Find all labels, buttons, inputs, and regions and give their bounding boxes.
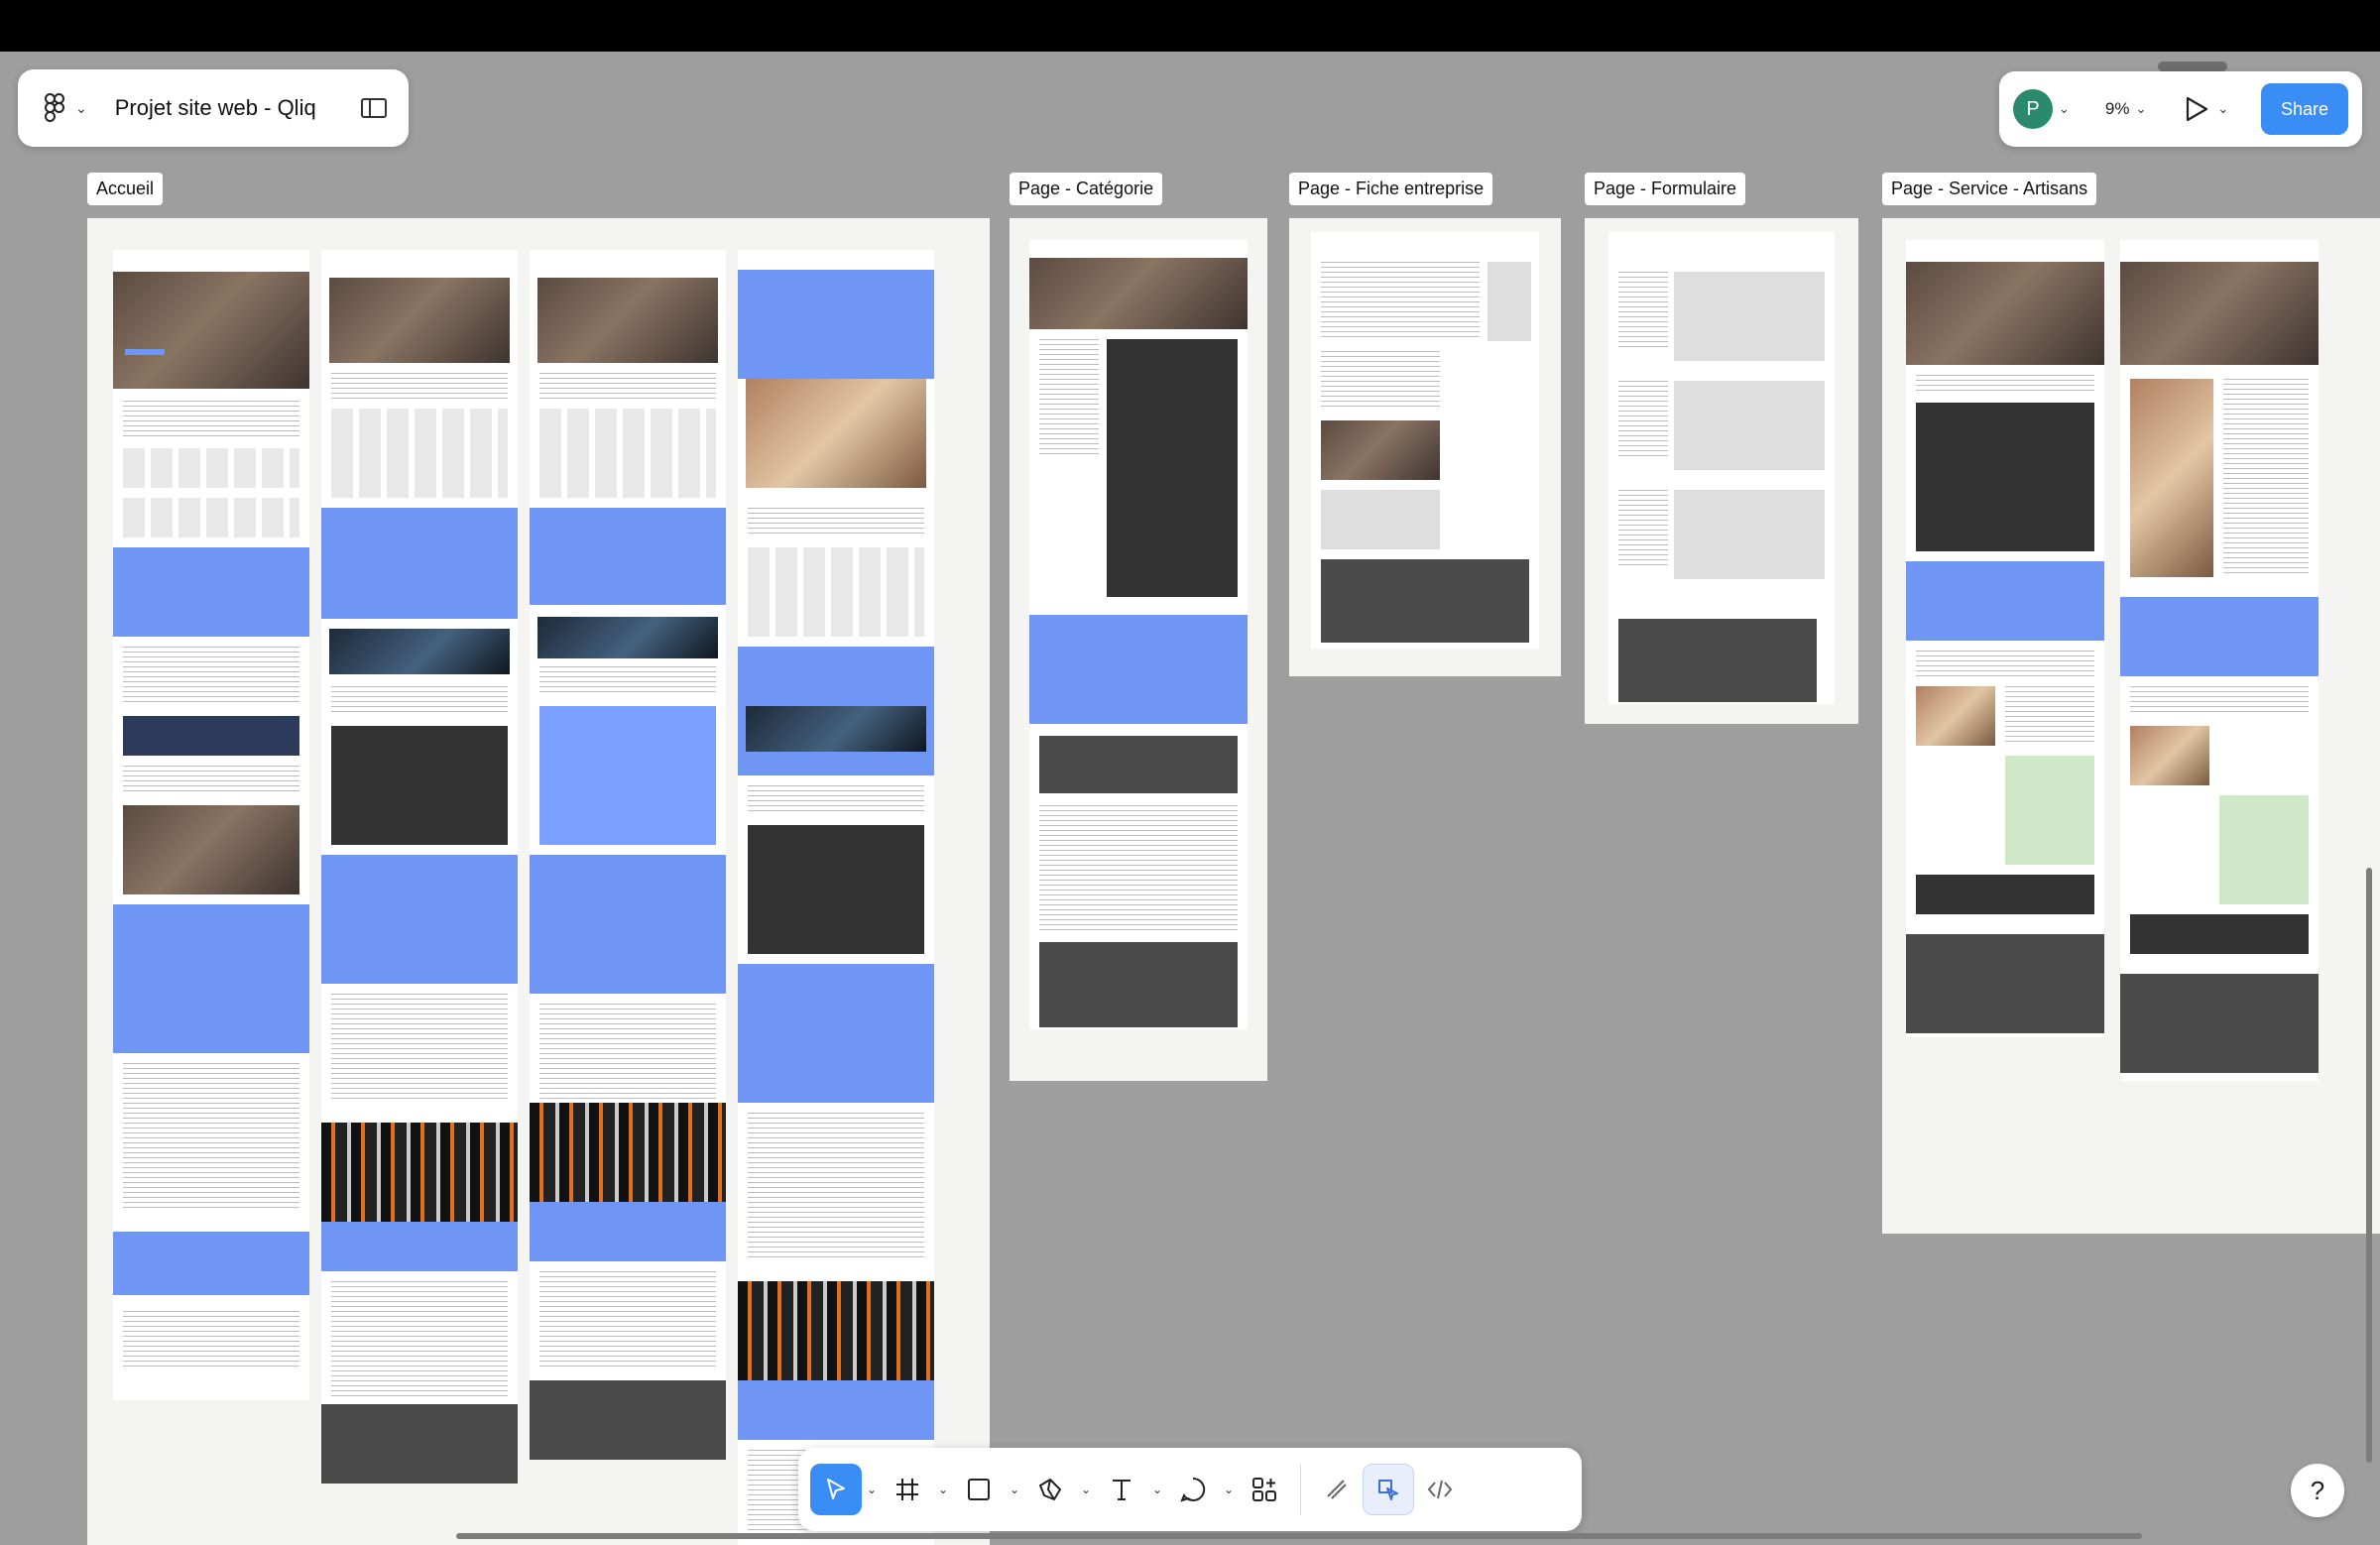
chevron-down-icon[interactable]: ⌄ <box>2059 101 2070 117</box>
page-thumbnail[interactable] <box>738 250 934 1545</box>
page-thumbnail[interactable] <box>2120 240 2319 1081</box>
page-thumbnail[interactable] <box>321 250 518 1484</box>
frame-label-service-artisans[interactable]: Page - Service - Artisans <box>1882 173 2097 205</box>
present-play-icon[interactable] <box>2184 95 2211 123</box>
page-thumbnail[interactable] <box>1608 232 1835 704</box>
window-top-bar <box>0 0 2380 52</box>
comment-tool[interactable] <box>1167 1464 1219 1515</box>
page-thumbnail[interactable] <box>530 250 726 1460</box>
dev-mode-icon[interactable] <box>1414 1464 1466 1515</box>
frame-label-formulaire[interactable]: Page - Formulaire <box>1585 173 1746 205</box>
page-thumbnail[interactable] <box>1906 240 2104 1037</box>
frame-label-categorie[interactable]: Page - Catégorie <box>1010 173 1163 205</box>
frame-categorie[interactable] <box>1010 218 1267 1081</box>
frame-accueil[interactable] <box>87 218 990 1545</box>
move-tool[interactable] <box>810 1464 862 1515</box>
actions-tool[interactable] <box>1239 1464 1290 1515</box>
figma-menu-icon[interactable] <box>40 93 69 123</box>
page-thumbnail[interactable] <box>1311 232 1539 649</box>
frame-fiche-entreprise[interactable] <box>1289 218 1561 676</box>
sidebar-toggle-icon[interactable] <box>361 98 387 118</box>
file-panel: ⌄ Projet site web - Qliq <box>18 69 409 147</box>
horizontal-scrollbar[interactable] <box>456 1533 2142 1539</box>
chevron-down-icon[interactable]: ⌄ <box>1147 1483 1167 1496</box>
header-right-panel: P ⌄ 9% ⌄ ⌄ Share <box>1999 71 2362 147</box>
frame-tool[interactable] <box>882 1464 933 1515</box>
drag-handle[interactable] <box>2158 61 2227 71</box>
avatar[interactable]: P <box>2013 89 2053 129</box>
share-button[interactable]: Share <box>2261 83 2348 135</box>
toolbar-divider <box>1300 1464 1301 1515</box>
vertical-scrollbar[interactable] <box>2366 868 2372 1463</box>
frame-label-fiche-entreprise[interactable]: Page - Fiche entreprise <box>1289 173 1493 205</box>
page-thumbnail[interactable] <box>1029 240 1248 1029</box>
zoom-level[interactable]: 9% <box>2105 99 2130 119</box>
chevron-down-icon[interactable]: ⌄ <box>75 100 87 117</box>
file-title[interactable]: Projet site web - Qliq <box>115 95 361 121</box>
chevron-down-icon[interactable]: ⌄ <box>1076 1483 1096 1496</box>
help-button[interactable]: ? <box>2291 1464 2344 1517</box>
frame-label-accueil[interactable]: Accueil <box>87 173 164 205</box>
chevron-down-icon[interactable]: ⌄ <box>1005 1483 1024 1496</box>
chevron-down-icon[interactable]: ⌄ <box>2135 101 2146 117</box>
pen-tool[interactable] <box>1024 1464 1076 1515</box>
chevron-down-icon[interactable]: ⌄ <box>1219 1483 1239 1496</box>
rectangle-tool[interactable] <box>953 1464 1005 1515</box>
design-mode-icon[interactable] <box>1363 1464 1414 1515</box>
text-tool[interactable] <box>1096 1464 1147 1515</box>
frame-service-artisans[interactable] <box>1882 218 2380 1234</box>
page-thumbnail[interactable] <box>113 250 309 1400</box>
chevron-down-icon[interactable]: ⌄ <box>933 1483 953 1496</box>
bottom-toolbar: ⌄ ⌄ ⌄ ⌄ ⌄ ⌄ <box>798 1448 1582 1531</box>
chevron-down-icon[interactable]: ⌄ <box>2217 101 2228 117</box>
chevron-down-icon[interactable]: ⌄ <box>862 1483 882 1496</box>
draw-mode-icon[interactable] <box>1311 1464 1363 1515</box>
frame-formulaire[interactable] <box>1585 218 1858 724</box>
